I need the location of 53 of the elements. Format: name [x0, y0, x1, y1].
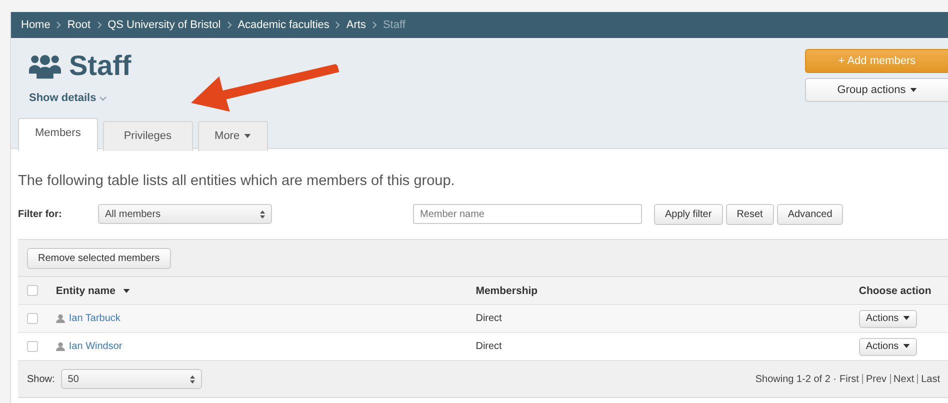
actions-button[interactable]: Actions [858, 338, 917, 356]
table-cell-text: Direct [476, 313, 503, 324]
show-label: Show: [27, 374, 55, 384]
pagination-link[interactable]: Next [894, 374, 914, 384]
caret-icon [910, 88, 917, 92]
breadcrumb-link[interactable]: Root [67, 19, 91, 31]
remove-members-button[interactable]: Remove selected members [27, 248, 171, 268]
pagination-link[interactable]: Last [921, 374, 940, 384]
breadcrumb-link[interactable]: Arts [346, 19, 366, 31]
member-link[interactable]: Ian Windsor [68, 341, 122, 352]
column-header: Membership [476, 284, 539, 296]
row-checkbox[interactable] [27, 313, 38, 324]
chevron-icon [335, 21, 340, 29]
member-name-field[interactable]: Member name [413, 204, 642, 224]
member-link[interactable]: Ian Tarbuck [68, 313, 120, 324]
caret-icon [902, 316, 910, 320]
filter-select[interactable]: All members [98, 204, 272, 224]
intro-text: The following table lists all entities which are members of this group. [18, 173, 456, 189]
users-icon [29, 53, 61, 79]
table-cell-text: Direct [476, 341, 503, 352]
breadcrumb-link[interactable]: QS University of Bristol [108, 19, 221, 31]
page-size-select[interactable]: 50 [60, 369, 202, 389]
showing-text: Showing 1-2 of 2 · [755, 374, 837, 384]
chevron-icon [372, 21, 377, 29]
filter-button[interactable]: Advanced [776, 204, 844, 224]
filter-button[interactable]: Apply filter [654, 204, 723, 224]
show-details-link[interactable]: Show details [29, 92, 268, 104]
row-checkbox[interactable] [27, 341, 38, 352]
up-down-icon [260, 210, 265, 218]
user-icon [56, 342, 65, 351]
chevron-icon [226, 21, 232, 29]
breadcrumb-link[interactable]: Home [21, 19, 50, 31]
breadcrumb-link[interactable]: Academic faculties [238, 19, 330, 31]
actions-button[interactable]: Actions [858, 310, 917, 328]
filter-button[interactable]: Reset [726, 204, 774, 224]
group-actions-button[interactable]: Group actions [805, 78, 948, 102]
column-header[interactable]: Entity name [56, 284, 116, 296]
tab[interactable]: More [198, 121, 268, 151]
pagination-link[interactable]: Prev [866, 374, 887, 384]
user-icon [56, 314, 65, 323]
caret-icon [902, 344, 910, 348]
column-header: Choose action [858, 284, 932, 296]
select-all-checkbox[interactable] [27, 285, 38, 296]
chevron-down-icon [99, 96, 108, 101]
pagination-link[interactable]: First [840, 374, 859, 384]
sort-caret-icon [123, 288, 130, 292]
filter-label: Filter for: [18, 208, 63, 220]
chevron-icon [56, 21, 62, 29]
tab[interactable]: Privileges [102, 121, 193, 151]
chevron-icon [96, 21, 102, 29]
page-title: Staff [69, 50, 132, 82]
tab[interactable]: Members [18, 118, 98, 151]
up-down-icon [190, 374, 195, 384]
